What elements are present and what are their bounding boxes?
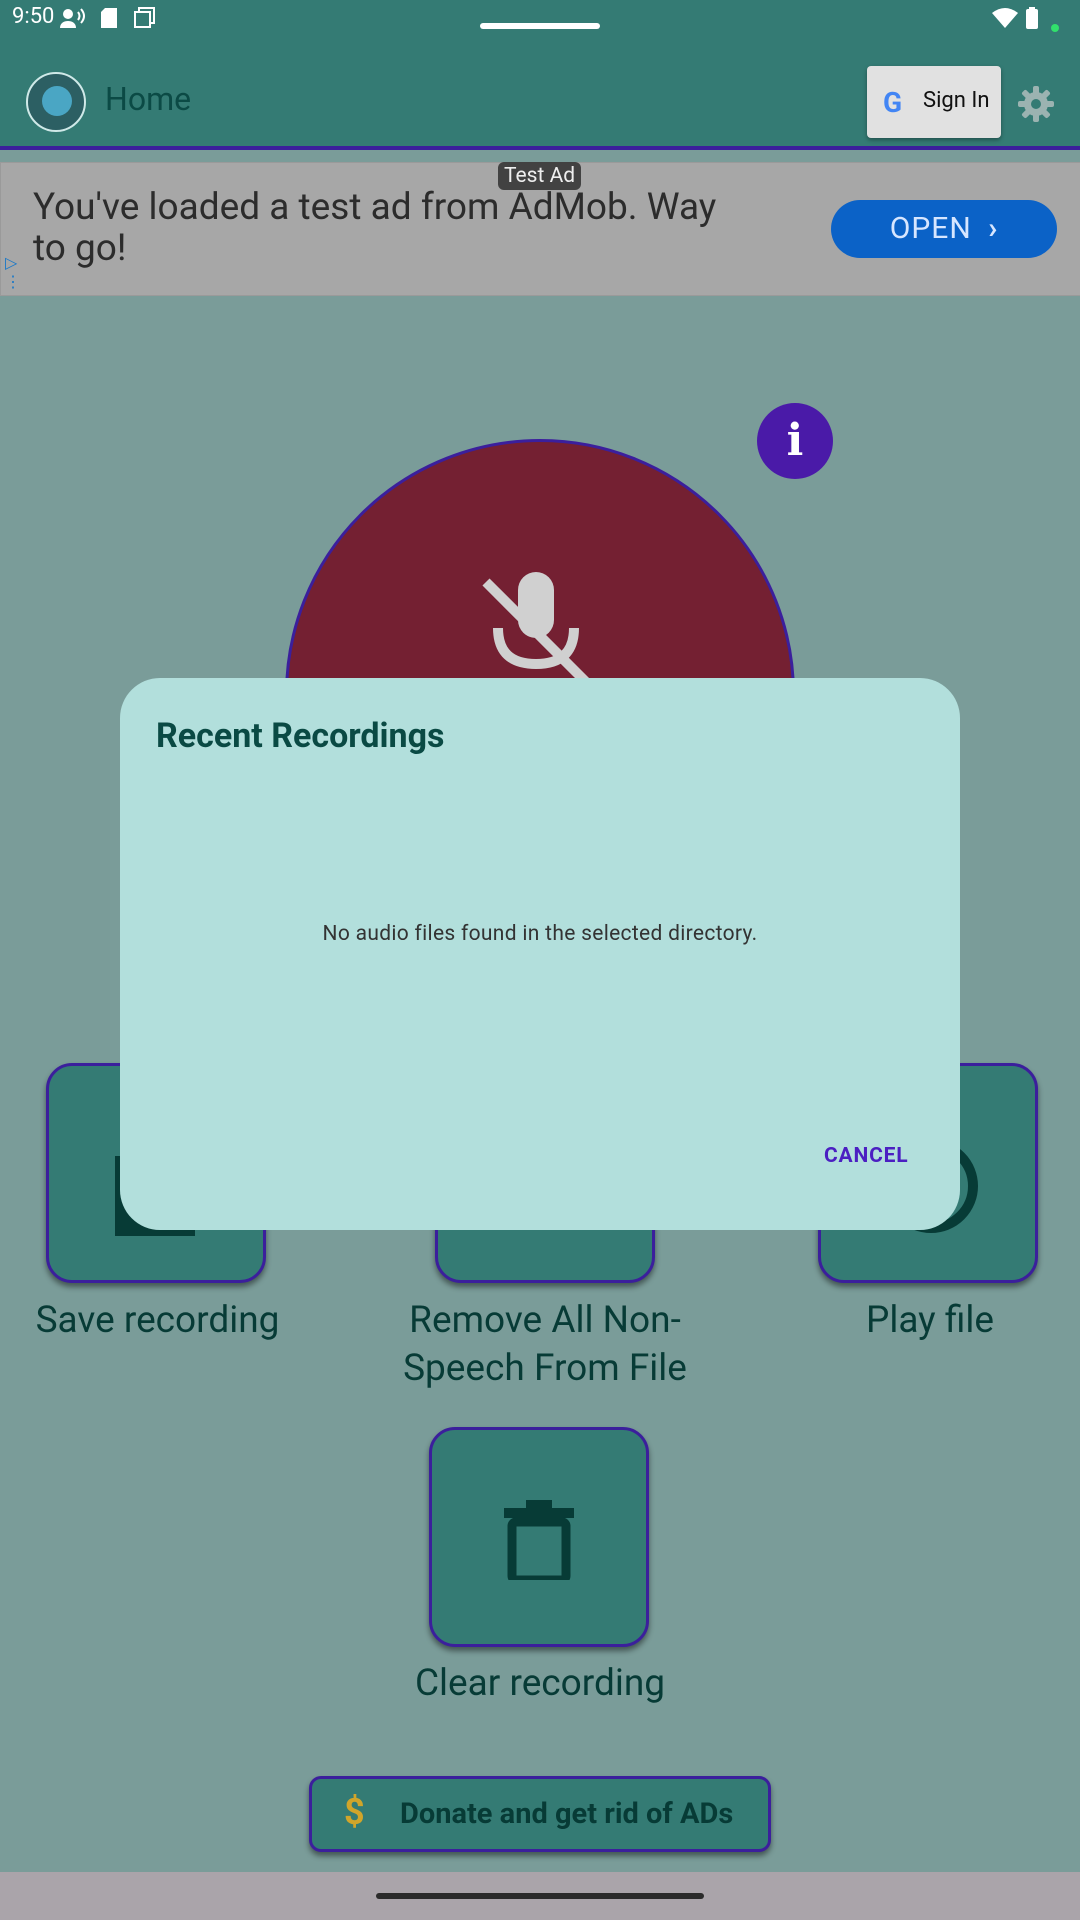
sd-card-icon [100,7,118,29]
dialog-title: Recent Recordings [156,716,445,756]
info-button[interactable]: i [757,403,833,479]
ad-banner[interactable]: Test Ad You've loaded a test ad from AdM… [0,162,1080,296]
donate-button[interactable]: $ Donate and get rid of ADs [309,1776,771,1852]
ad-open-label: OPEN [889,211,972,246]
status-time: 9:50 [12,4,55,29]
save-recording-label: Save recording [35,1299,280,1342]
screenshot-icon [134,7,156,29]
status-bar: 9:50 [0,0,1080,40]
voice-icon [60,7,86,29]
page-title: Home [105,80,192,118]
notch-handle [480,23,600,29]
dollar-icon: $ [344,1791,365,1833]
trash-icon [504,1500,574,1580]
google-sign-in-button[interactable]: G Sign In [867,66,1001,138]
logo-globe [42,86,72,116]
adchoices-icon[interactable]: ▷ ⋮ [5,253,21,291]
settings-gear-icon[interactable] [1018,86,1054,122]
home-gesture-handle[interactable] [376,1893,704,1899]
app-bar: Home G Sign In [0,40,1080,150]
cancel-button[interactable]: CANCEL [824,1144,908,1168]
play-file-label: Play file [865,1299,994,1342]
donate-label: Donate and get rid of ADs [400,1797,734,1831]
remove-non-speech-label: Remove All Non-Speech From File [403,1299,687,1390]
dialog-message: No audio files found in the selected dir… [322,922,758,946]
sign-in-label: Sign In [923,88,990,113]
chevron-right-icon: › [988,211,999,246]
clear-recording-button[interactable] [429,1427,649,1647]
google-logo-icon: G [883,86,903,119]
info-icon: i [786,415,804,466]
wifi-icon [992,7,1018,29]
recent-recordings-dialog: Recent Recordings No audio files found i… [120,678,960,1230]
mic-off-icon [482,572,590,686]
app-logo [26,72,86,132]
clear-recording-label: Clear recording [414,1662,666,1705]
notification-dot-icon [1050,14,1060,36]
ad-text: You've loaded a test ad from AdMob. Way … [33,186,717,270]
battery-icon [1026,7,1038,29]
ad-open-button[interactable]: OPEN › [831,200,1057,258]
